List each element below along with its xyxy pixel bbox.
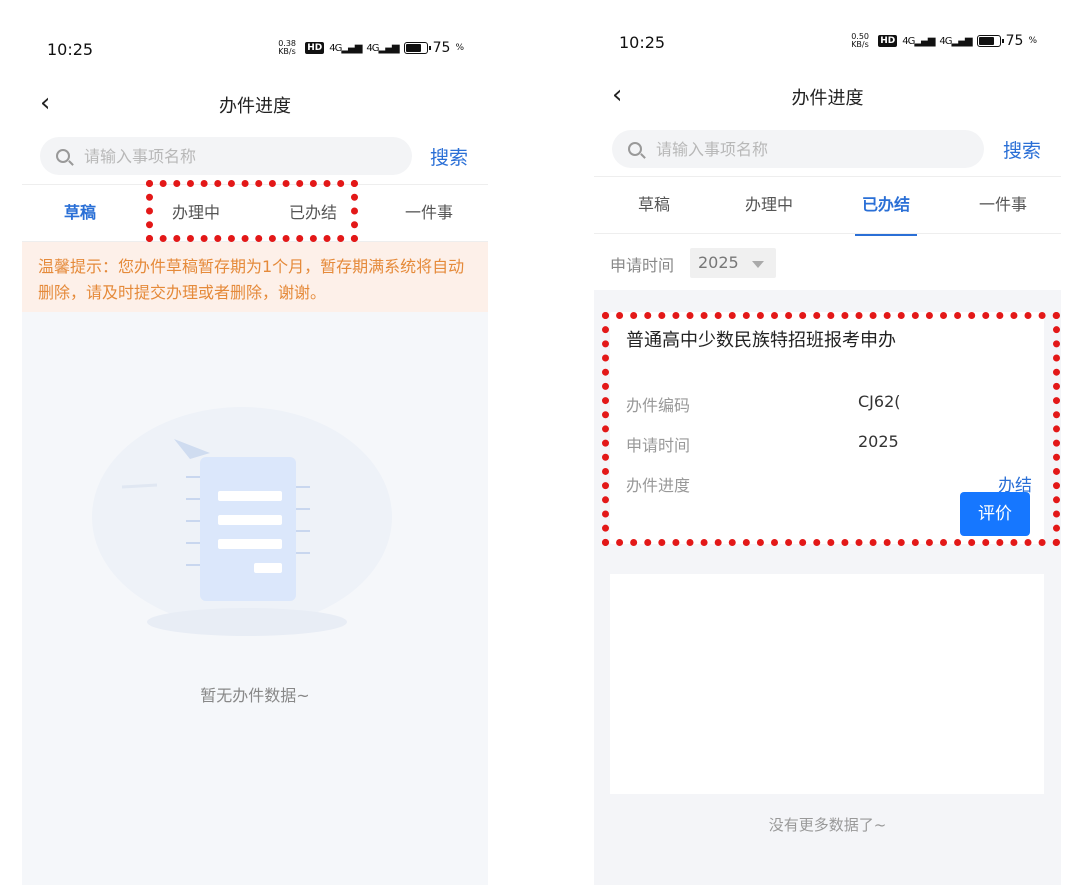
search-row: 搜索	[594, 130, 1061, 170]
status-time: 10:25	[619, 33, 666, 52]
record-title: 普通高中少数民族特招班报考申办	[626, 330, 896, 351]
tab-in-progress[interactable]: 办理中	[162, 185, 230, 243]
record-card-blank	[610, 574, 1044, 794]
battery-percent: 75	[432, 40, 451, 56]
signal-icon: 4G▂▄▆	[329, 42, 362, 54]
filter-label: 申请时间	[610, 256, 675, 275]
tab-one-thing[interactable]: 一件事	[970, 177, 1036, 235]
search-icon	[628, 142, 642, 156]
hd-icon: HD	[878, 35, 898, 47]
search-box[interactable]	[612, 130, 984, 168]
status-bar: 10:25 0.50 KB/s HD 4G▂▄▆ 4G▂▄▆ 75%	[594, 0, 1061, 53]
empty-state-text: 暂无办件数据~	[200, 686, 310, 705]
net-speed: 0.38 KB/s	[278, 39, 296, 56]
apply-time-value: 2025	[858, 432, 899, 451]
net-speed: 0.50 KB/s	[851, 32, 869, 49]
tab-in-progress[interactable]: 办理中	[736, 177, 802, 235]
search-button[interactable]: 搜索	[1003, 136, 1041, 163]
tab-drafts[interactable]: 草稿	[50, 185, 110, 244]
search-row: 搜索	[22, 137, 488, 177]
page-title: 办件进度	[219, 96, 291, 117]
battery-icon	[403, 42, 431, 54]
year-select[interactable]: 2025	[690, 248, 776, 278]
empty-document-illustration-icon	[92, 407, 392, 636]
status-icons: 0.50 KB/s HD 4G▂▄▆ 4G▂▄▆ 75%	[851, 32, 1037, 50]
page-title: 办件进度	[791, 88, 864, 109]
battery-icon	[976, 35, 1004, 47]
record-list: 普通高中少数民族特招班报考申办 办件编码 CJ62( 申请时间 2025 办件进…	[594, 290, 1061, 885]
chevron-down-icon	[752, 261, 764, 268]
code-label: 办件编码	[626, 396, 691, 415]
hd-icon: HD	[305, 42, 325, 54]
tab-completed[interactable]: 已办结	[855, 177, 917, 236]
status-time: 10:25	[47, 40, 94, 59]
status-icons: 0.38 KB/s HD 4G▂▄▆ 4G▂▄▆ 75%	[278, 39, 464, 57]
apply-time-label: 申请时间	[626, 436, 691, 455]
signal-icon-2: 4G▂▄▆	[939, 35, 972, 47]
search-button[interactable]: 搜索	[430, 143, 468, 170]
tab-bar: 草稿 办理中 已办结 一件事	[22, 184, 488, 244]
code-value: CJ62(	[858, 392, 901, 411]
battery-percent: 75	[1005, 33, 1024, 49]
evaluate-button[interactable]: 评价	[960, 492, 1030, 536]
progress-label: 办件进度	[626, 476, 691, 495]
status-bar: 10:25 0.38 KB/s HD 4G▂▄▆ 4G▂▄▆ 75%	[22, 0, 488, 60]
search-input[interactable]	[84, 146, 384, 166]
filter-row: 申请时间 2025	[594, 236, 1061, 290]
signal-icon: 4G▂▄▆	[902, 35, 935, 47]
phone-screen-drafts: 10:25 0.38 KB/s HD 4G▂▄▆ 4G▂▄▆ 75% ‹ 办件进…	[22, 0, 488, 885]
search-input[interactable]	[656, 139, 956, 159]
no-more-data-text: 没有更多数据了~	[768, 816, 887, 834]
nav-bar: ‹ 办件进度	[594, 74, 1061, 114]
tab-completed[interactable]: 已办结	[278, 185, 348, 243]
notice-banner: 温馨提示：您办件草稿暂存期为1个月，暂存期满系统将自动删除，请及时提交办理或者删…	[22, 242, 488, 312]
search-icon	[56, 149, 70, 163]
year-select-value: 2025	[698, 253, 739, 272]
tab-one-thing[interactable]: 一件事	[398, 185, 460, 243]
record-card[interactable]: 普通高中少数民族特招班报考申办 办件编码 CJ62( 申请时间 2025 办件进…	[610, 312, 1044, 544]
empty-area: 暂无办件数据~	[22, 312, 488, 885]
tab-drafts[interactable]: 草稿	[624, 177, 684, 235]
phone-screen-completed: 10:25 0.50 KB/s HD 4G▂▄▆ 4G▂▄▆ 75% ‹ 办件进…	[594, 0, 1061, 885]
search-box[interactable]	[40, 137, 412, 175]
signal-icon-2: 4G▂▄▆	[366, 42, 399, 54]
nav-bar: ‹ 办件进度	[22, 82, 488, 122]
tab-bar: 草稿 办理中 已办结 一件事	[594, 176, 1061, 236]
